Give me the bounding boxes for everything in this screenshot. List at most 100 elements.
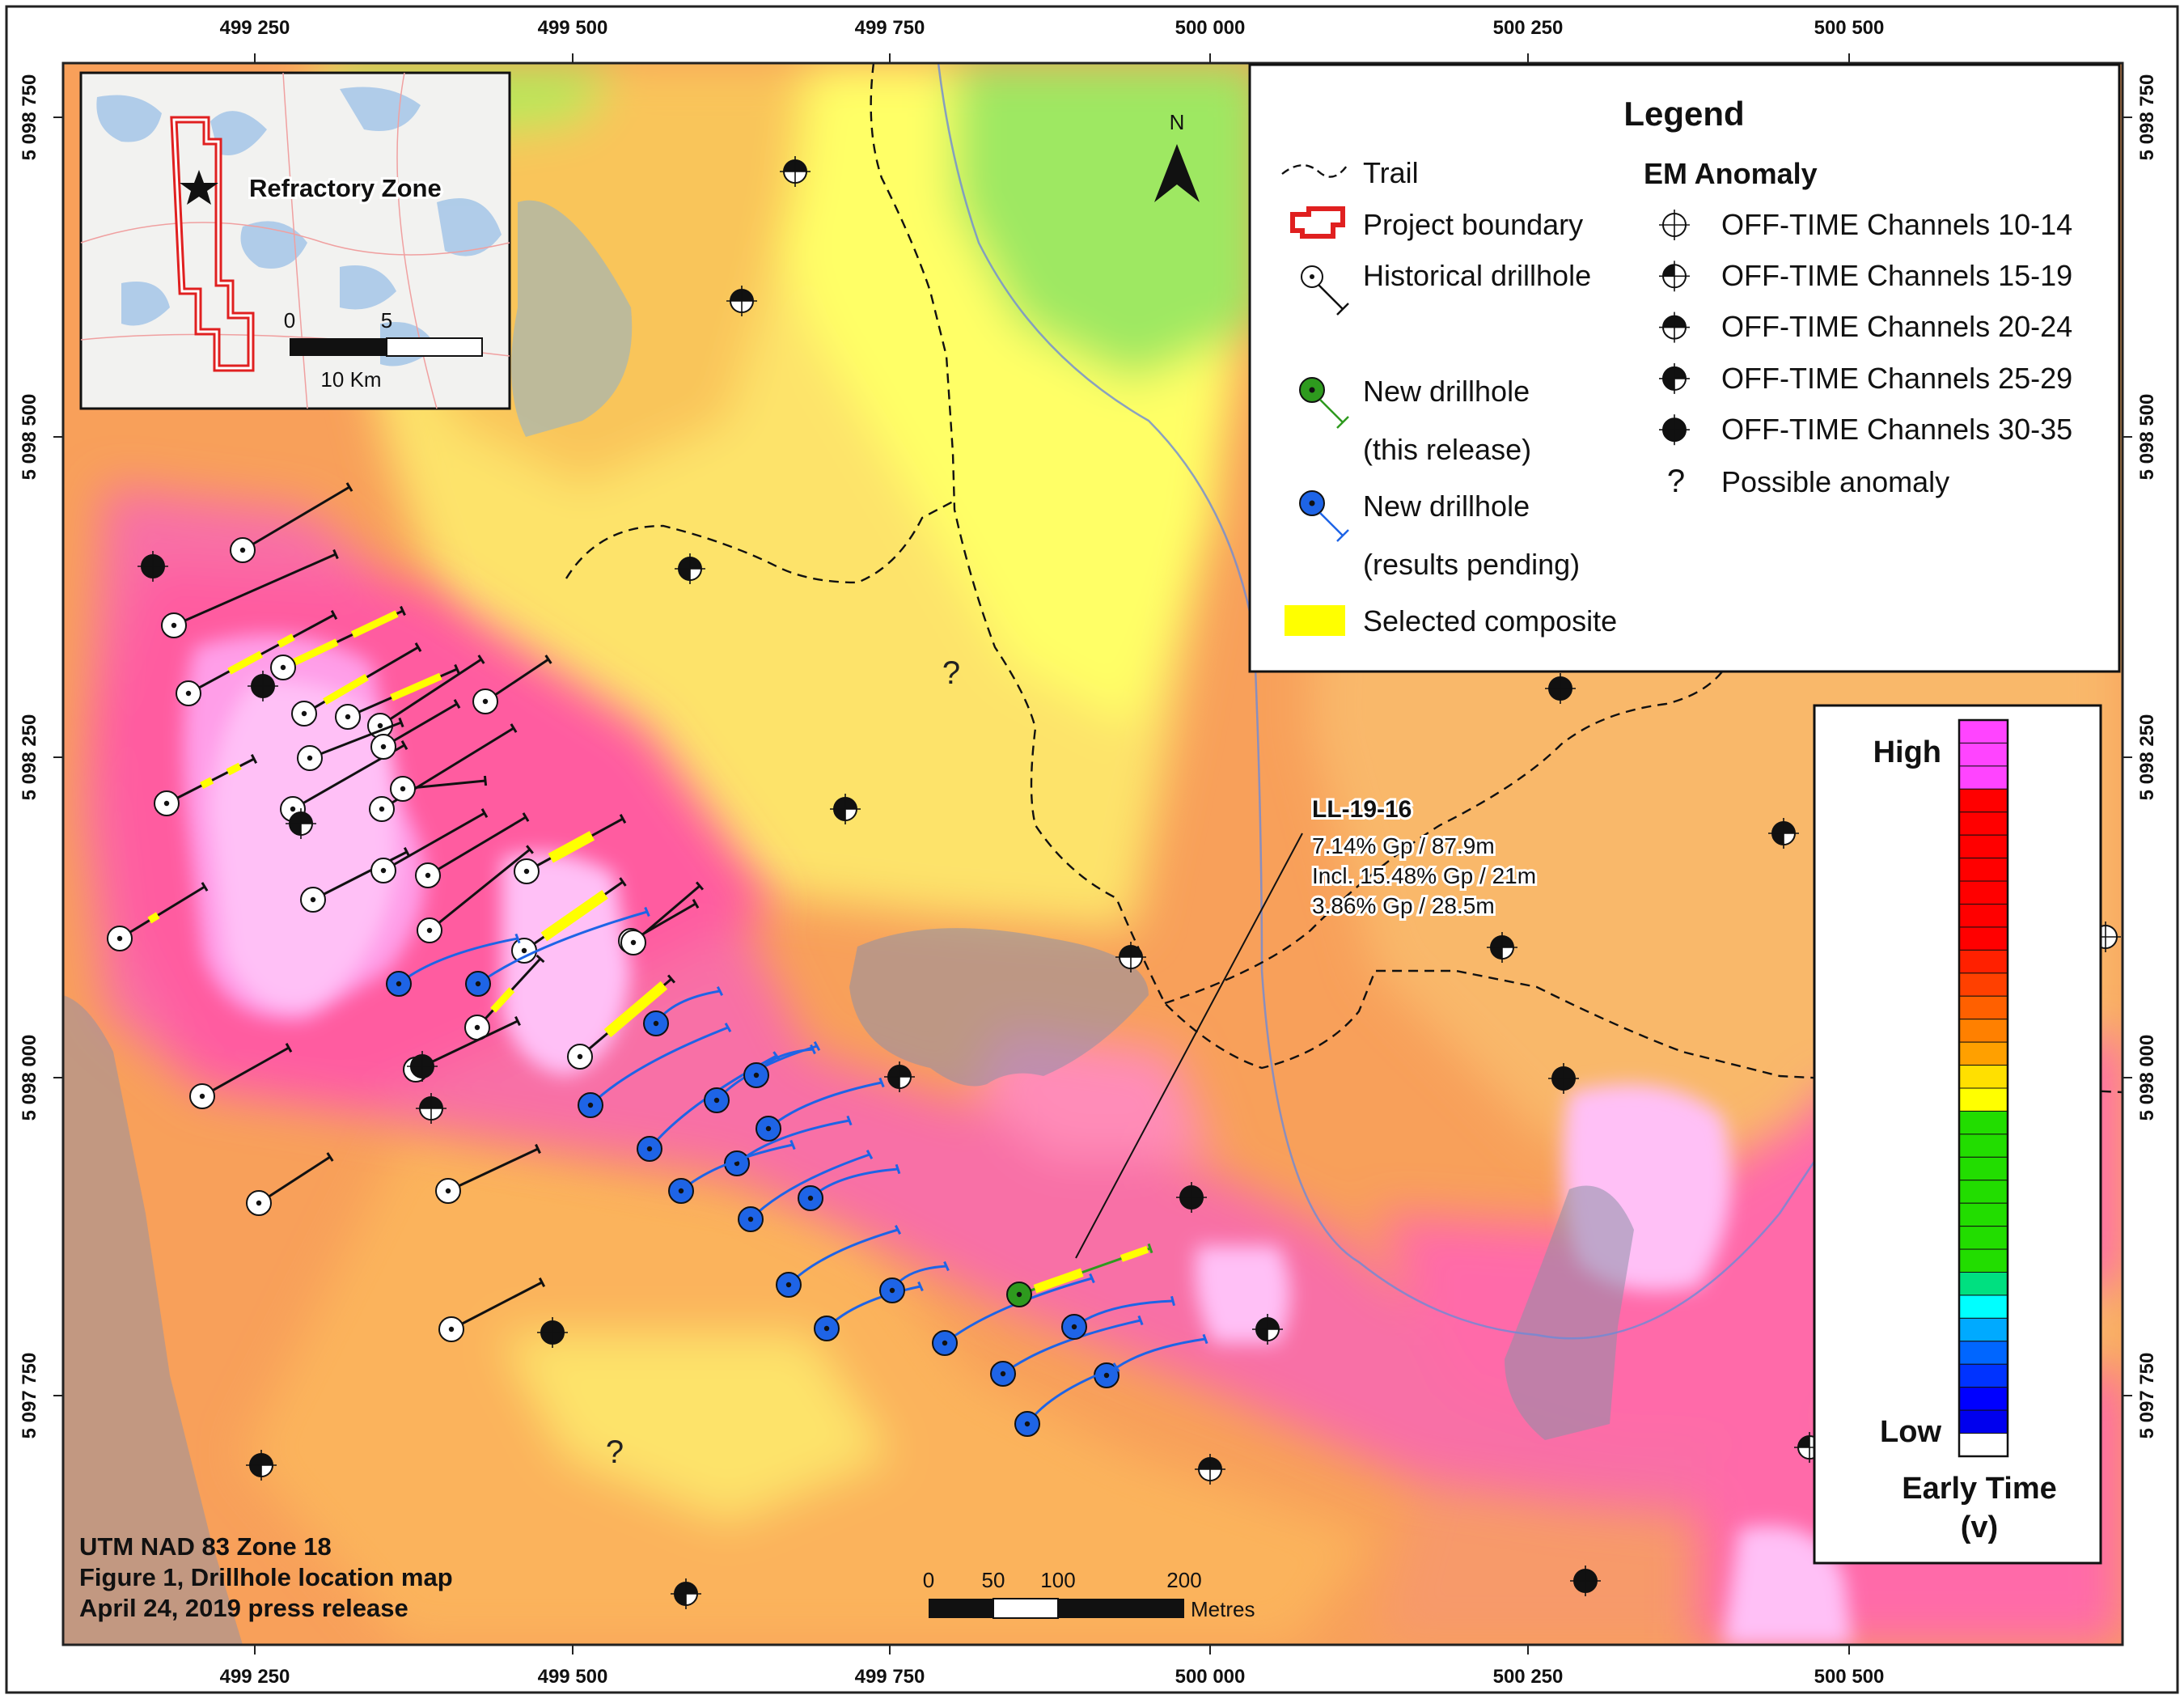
y-tick-left: 5 097 750 bbox=[19, 1353, 40, 1439]
legend-em-item: OFF-TIME Channels 15-19 bbox=[1721, 259, 2072, 292]
y-tick-right: 5 097 750 bbox=[2136, 1353, 2158, 1439]
y-tick-left: 5 098 500 bbox=[19, 394, 40, 481]
early-time-colorbar: High Low Early Time (v) bbox=[1813, 704, 2102, 1565]
legend-pending-line-1: New drillhole bbox=[1363, 489, 1530, 523]
colorbar-swatch bbox=[1958, 1272, 2008, 1296]
scale-segment-black bbox=[929, 1599, 993, 1618]
colorbar-swatch bbox=[1958, 1387, 2008, 1411]
legend-em-item: OFF-TIME Channels 25-29 bbox=[1721, 362, 2072, 395]
colorbar-swatch bbox=[1958, 1226, 2008, 1250]
inset-scalebar-black bbox=[290, 338, 387, 356]
y-tick-left: 5 098 000 bbox=[19, 1035, 40, 1121]
colorbar-swatch bbox=[1958, 995, 2008, 1020]
colorbar-swatch bbox=[1958, 858, 2008, 882]
callout-hole-id: LL-19-16 bbox=[1312, 796, 1412, 823]
inset-scale-start: 0 bbox=[284, 308, 295, 333]
inset-scale-unit: 10 Km bbox=[320, 367, 381, 392]
scale-label-0: 0 bbox=[923, 1568, 934, 1592]
colorbar-swatch bbox=[1958, 742, 2008, 767]
colorbar-swatch bbox=[1958, 1041, 2008, 1066]
scale-unit: Metres bbox=[1191, 1597, 1255, 1621]
colorbar-swatch bbox=[1958, 1019, 2008, 1043]
colorbar-high-label: High bbox=[1873, 735, 1941, 769]
colorbar-swatch bbox=[1958, 788, 2008, 813]
north-label: N bbox=[1170, 110, 1185, 134]
legend-release-line-1: New drillhole bbox=[1363, 375, 1530, 408]
x-tick-bottom: 500 500 bbox=[1814, 1666, 1885, 1688]
legend-release-line-2: (this release) bbox=[1363, 433, 1531, 466]
colorbar-swatch bbox=[1958, 1110, 2008, 1135]
scale-label-100: 100 bbox=[1040, 1568, 1075, 1592]
x-tick-top: 500 000 bbox=[1175, 17, 1246, 39]
colorbar-swatch bbox=[1958, 834, 2008, 859]
callout-line-2: Incl. 15.48% Gp / 21m bbox=[1312, 863, 1536, 888]
x-tick-bottom: 500 000 bbox=[1175, 1666, 1246, 1688]
legend-em-item: OFF-TIME Channels 30-35 bbox=[1721, 413, 2072, 446]
inset-place-label: Refractory Zone bbox=[249, 174, 442, 202]
legend-panel: Legend Trail Project boundary Historical… bbox=[1248, 63, 2121, 673]
legend-title: Legend bbox=[1623, 95, 1744, 133]
colorbar-swatch bbox=[1958, 765, 2008, 790]
scale-label-50: 50 bbox=[982, 1568, 1005, 1592]
possible-anomaly-mark: ? bbox=[942, 655, 960, 691]
scale-label-200: 200 bbox=[1166, 1568, 1201, 1592]
x-tick-bottom: 499 750 bbox=[855, 1666, 925, 1688]
legend-em-title: EM Anomaly bbox=[1644, 157, 1818, 190]
footer-date: April 24, 2019 press release bbox=[79, 1594, 408, 1622]
x-tick-top: 499 500 bbox=[538, 17, 608, 39]
y-tick-right: 5 098 750 bbox=[2136, 74, 2158, 161]
footer-figure-title: Figure 1, Drillhole location map bbox=[79, 1563, 453, 1591]
colorbar-swatch bbox=[1958, 1156, 2008, 1181]
legend-possible-anomaly: Possible anomaly bbox=[1721, 465, 1949, 498]
composite-symbol-icon bbox=[1285, 605, 1345, 636]
colorbar-swatch bbox=[1958, 1087, 2008, 1112]
colorbar-swatch bbox=[1958, 1133, 2008, 1158]
callout-line-3: 3.86% Gp / 28.5m bbox=[1312, 893, 1495, 918]
inset-scalebar-white bbox=[386, 337, 483, 357]
callout-line-1: 7.14% Gp / 87.9m bbox=[1312, 833, 1495, 858]
colorbar-swatch bbox=[1958, 1317, 2008, 1342]
x-tick-top: 500 250 bbox=[1493, 17, 1564, 39]
composite-interval bbox=[200, 777, 214, 790]
colorbar-frame bbox=[1813, 704, 2102, 1565]
colorbar-swatch bbox=[1958, 972, 2008, 997]
legend-trail: Trail bbox=[1363, 156, 1419, 189]
colorbar-swatch bbox=[1958, 1248, 2008, 1273]
colorbar-swatch bbox=[1958, 719, 2008, 744]
colorbar-swatch bbox=[1958, 1180, 2008, 1204]
colorbar-swatch bbox=[1958, 926, 2008, 951]
boundary-symbol-icon bbox=[1290, 206, 1345, 239]
colorbar-swatches bbox=[1958, 718, 2009, 1458]
x-tick-top: 499 750 bbox=[855, 17, 925, 39]
colorbar-swatch bbox=[1958, 949, 2008, 974]
colorbar-swatch bbox=[1958, 811, 2008, 836]
colorbar-swatch bbox=[1958, 1409, 2008, 1434]
colorbar-swatch bbox=[1958, 1202, 2008, 1227]
colorbar-swatch bbox=[1958, 1363, 2008, 1388]
legend-project-boundary: Project boundary bbox=[1363, 208, 1583, 241]
colorbar-low-label: Low bbox=[1880, 1415, 1941, 1449]
scale-segment-black bbox=[1058, 1599, 1184, 1618]
x-tick-bottom: 500 250 bbox=[1493, 1666, 1564, 1688]
x-tick-bottom: 499 500 bbox=[538, 1666, 608, 1688]
colorbar-title-1: Early Time bbox=[1902, 1472, 2057, 1506]
x-tick-top: 500 500 bbox=[1814, 17, 1885, 39]
legend-historical-drillhole: Historical drillhole bbox=[1363, 259, 1591, 292]
legend-selected-composite: Selected composite bbox=[1363, 604, 1617, 638]
y-tick-right: 5 098 250 bbox=[2136, 714, 2158, 801]
possible-anomaly-mark: ? bbox=[606, 1434, 624, 1470]
colorbar-swatch bbox=[1958, 904, 2008, 928]
colorbar-swatch bbox=[1958, 1433, 2008, 1457]
x-tick-bottom: 499 250 bbox=[220, 1666, 290, 1688]
y-tick-right: 5 098 000 bbox=[2136, 1035, 2158, 1121]
possible-symbol-icon: ? bbox=[1667, 464, 1685, 499]
legend-pending-line-2: (results pending) bbox=[1363, 548, 1580, 581]
footer-datum: UTM NAD 83 Zone 18 bbox=[79, 1532, 332, 1561]
scale-segment-white bbox=[993, 1598, 1059, 1619]
composite-interval bbox=[147, 912, 160, 924]
inset-scale-mid: 5 bbox=[381, 308, 392, 333]
colorbar-swatch bbox=[1958, 1065, 2008, 1089]
location-inset-map: Refractory Zone 0 5 10 Km bbox=[79, 71, 511, 410]
drillhole-location-map: 499 250 499 500 499 750 500 000 500 250 … bbox=[5, 5, 2179, 1694]
y-tick-left: 5 098 250 bbox=[19, 714, 40, 801]
